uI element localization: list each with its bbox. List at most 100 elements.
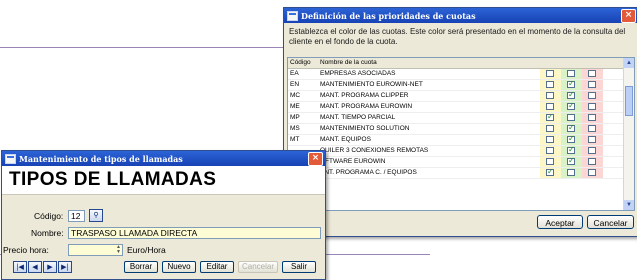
color-checkbox-red[interactable] bbox=[588, 158, 596, 165]
color-cell-yellow bbox=[540, 91, 561, 101]
close-icon[interactable]: × bbox=[308, 152, 323, 166]
color-cell-green bbox=[561, 156, 582, 167]
list-vertical-scrollbar[interactable]: ▲ ▼ bbox=[623, 58, 634, 210]
color-cell-red bbox=[582, 124, 603, 134]
editar-button[interactable]: Editar bbox=[200, 261, 234, 273]
color-checkbox-red[interactable] bbox=[588, 114, 596, 121]
cuota-name: MANT. PROGRAMA EUROWIN bbox=[320, 103, 413, 110]
column-header-codigo[interactable]: Código bbox=[288, 58, 318, 68]
color-checkbox-green[interactable] bbox=[567, 169, 575, 176]
table-row[interactable]: QUILER 3 CONEXIONES REMOTAS bbox=[288, 145, 634, 157]
color-checkbox-green[interactable] bbox=[567, 145, 575, 155]
cuota-name: ANT. PROGRAMA C. / EQUIPOS bbox=[320, 169, 417, 176]
binoculars-search-icon[interactable]: ⚲ bbox=[89, 209, 103, 222]
color-checkbox-green[interactable] bbox=[567, 156, 575, 166]
color-cell-green bbox=[561, 79, 582, 90]
nombre-field[interactable]: TRASPASO LLAMADA DIRECTA bbox=[68, 227, 321, 239]
table-row[interactable]: ME MANT. PROGRAMA EUROWIN bbox=[288, 101, 634, 113]
cuota-name: MANT. PROGRAMA CLIPPER bbox=[320, 92, 409, 99]
color-checkbox-green[interactable] bbox=[567, 79, 575, 89]
borrar-button[interactable]: Borrar bbox=[124, 261, 158, 273]
table-row[interactable]: ANT. PROGRAMA C. / EQUIPOS bbox=[288, 167, 634, 179]
priorities-titlebar[interactable]: Definición de las prioridades de cuotas … bbox=[284, 8, 637, 23]
cancel-button[interactable]: Cancelar bbox=[587, 215, 634, 229]
color-checkbox-yellow[interactable] bbox=[546, 81, 554, 88]
color-cell-red bbox=[582, 102, 603, 112]
color-checkbox-red[interactable] bbox=[588, 70, 596, 77]
window-app-icon bbox=[5, 153, 16, 164]
color-checkbox-red[interactable] bbox=[588, 125, 596, 132]
first-record-icon[interactable]: |◀ bbox=[13, 261, 27, 273]
cuotas-list-header: Código Nombre de la cuota bbox=[288, 58, 634, 69]
color-checkbox-green[interactable] bbox=[567, 114, 575, 121]
color-checkbox-yellow[interactable] bbox=[546, 70, 554, 77]
cuota-code: ME bbox=[290, 103, 300, 110]
color-checkbox-yellow[interactable] bbox=[546, 167, 554, 177]
table-row[interactable]: MP MANT. TIEMPO PARCIAL bbox=[288, 112, 634, 124]
color-checkbox-yellow[interactable] bbox=[546, 125, 554, 132]
color-checkbox-green[interactable] bbox=[567, 123, 575, 133]
table-row[interactable]: EN MANTENIMIENTO EUROWIN-NET bbox=[288, 79, 634, 91]
table-row[interactable]: OFTWARE EUROWIN bbox=[288, 156, 634, 168]
column-header-green bbox=[563, 58, 586, 68]
color-checkbox-yellow[interactable] bbox=[546, 112, 554, 122]
color-checkbox-green[interactable] bbox=[567, 134, 575, 144]
column-header-yellow bbox=[540, 58, 563, 68]
scroll-down-icon[interactable]: ▼ bbox=[624, 200, 634, 210]
cuota-code: MT bbox=[290, 136, 300, 143]
color-checkbox-red[interactable] bbox=[588, 103, 596, 110]
color-cell-red bbox=[582, 80, 603, 90]
color-cell-green bbox=[561, 123, 582, 134]
color-checkbox-yellow[interactable] bbox=[546, 136, 554, 143]
color-checkbox-yellow[interactable] bbox=[546, 103, 554, 110]
color-cell-yellow bbox=[540, 146, 561, 156]
color-cell-yellow bbox=[540, 124, 561, 134]
decorative-line-top bbox=[0, 47, 300, 48]
color-cell-green bbox=[561, 101, 582, 112]
cuotas-list[interactable]: Código Nombre de la cuota EA EMPRESAS ASO… bbox=[287, 57, 635, 211]
call-types-titlebar[interactable]: Mantenimiento de tipos de llamadas × bbox=[2, 151, 325, 166]
color-cell-yellow bbox=[540, 69, 561, 79]
table-row[interactable]: MT MANT. EQUIPOS bbox=[288, 134, 634, 146]
last-record-icon[interactable]: ▶| bbox=[58, 261, 72, 273]
color-checkbox-red[interactable] bbox=[588, 92, 596, 99]
cuota-code: EA bbox=[290, 70, 299, 77]
color-checkbox-yellow[interactable] bbox=[546, 92, 554, 99]
close-icon[interactable]: × bbox=[621, 9, 636, 23]
cuota-name: QUILER 3 CONEXIONES REMOTAS bbox=[320, 147, 429, 154]
color-cell-green bbox=[561, 145, 582, 156]
color-checkbox-yellow[interactable] bbox=[546, 158, 554, 165]
table-row[interactable]: MC MANT. PROGRAMA CLIPPER bbox=[288, 90, 634, 102]
color-cell-yellow bbox=[540, 135, 561, 145]
color-checkbox-red[interactable] bbox=[588, 136, 596, 143]
scroll-thumb[interactable] bbox=[625, 86, 633, 116]
precio-hora-label: Precio hora: bbox=[3, 245, 49, 255]
cuotas-rows: EA EMPRESAS ASOCIADAS EN MANTENIMIENTO EURO… bbox=[288, 69, 634, 179]
color-checkbox-red[interactable] bbox=[588, 81, 596, 88]
spin-arrows-icon[interactable]: ▲ ▼ bbox=[115, 245, 122, 255]
codigo-field[interactable]: 12 bbox=[68, 210, 85, 222]
codigo-label: Código: bbox=[34, 211, 64, 221]
salir-button[interactable]: Salir bbox=[282, 261, 316, 273]
color-checkbox-red[interactable] bbox=[588, 169, 596, 176]
color-cell-yellow bbox=[540, 102, 561, 112]
previous-record-icon[interactable]: ◀ bbox=[28, 261, 42, 273]
color-checkbox-yellow[interactable] bbox=[546, 147, 554, 154]
color-cell-red bbox=[582, 69, 603, 79]
table-row[interactable]: EA EMPRESAS ASOCIADAS bbox=[288, 69, 634, 80]
color-checkbox-red[interactable] bbox=[588, 147, 596, 154]
accept-button[interactable]: Aceptar bbox=[537, 215, 583, 229]
column-header-red bbox=[586, 58, 609, 68]
call-types-window-title: Mantenimiento de tipos de llamadas bbox=[19, 153, 183, 164]
color-cell-red bbox=[582, 157, 603, 167]
color-checkbox-green[interactable] bbox=[567, 70, 575, 77]
color-checkbox-green[interactable] bbox=[567, 90, 575, 100]
cuota-name: EMPRESAS ASOCIADAS bbox=[320, 70, 396, 77]
color-checkbox-green[interactable] bbox=[567, 101, 575, 111]
next-record-icon[interactable]: ▶ bbox=[43, 261, 57, 273]
column-header-nombre[interactable]: Nombre de la cuota bbox=[318, 58, 540, 68]
color-cell-green bbox=[561, 90, 582, 101]
scroll-up-icon[interactable]: ▲ bbox=[624, 58, 634, 68]
table-row[interactable]: MS MANTENIMIENTO SOLUTION bbox=[288, 123, 634, 135]
nuevo-button[interactable]: Nuevo bbox=[162, 261, 196, 273]
